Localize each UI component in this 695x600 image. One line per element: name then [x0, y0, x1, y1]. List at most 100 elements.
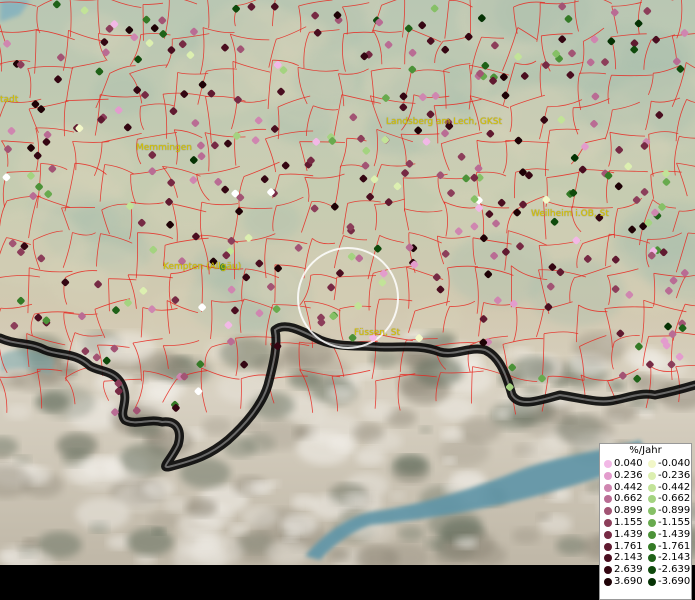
legend-label: 2.143	[614, 552, 643, 564]
terrain-shade	[583, 121, 671, 183]
legend-label: -0.236	[658, 469, 691, 481]
terrain-shade	[275, 349, 311, 371]
legend-row-positive: 3.690	[602, 576, 643, 588]
legend-label: -0.442	[658, 481, 691, 493]
terrain-shade	[607, 380, 626, 391]
legend-label: -1.155	[658, 516, 691, 528]
legend: %/Jahr 0.040 0.236 0.442 0.662 0.899 1.155 1.4…	[599, 443, 692, 600]
terrain-shade	[604, 402, 637, 423]
legend-row-positive: 1.439	[602, 529, 643, 541]
terrain-shade	[572, 331, 626, 364]
terrain-shade	[353, 364, 380, 380]
legend-label: 0.040	[614, 458, 643, 469]
legend-row-positive: 0.442	[602, 482, 643, 494]
legend-swatch	[648, 495, 656, 504]
legend-label: -0.040	[658, 458, 691, 469]
terrain-shade	[361, 401, 394, 421]
legend-label: -2.639	[658, 564, 691, 576]
terrain-shade	[266, 479, 281, 488]
terrain-shade	[286, 523, 303, 535]
terrain-shade	[447, 232, 553, 307]
legend-label: 0.236	[614, 469, 643, 481]
terrain-shade	[394, 455, 428, 475]
terrain-shade	[389, 491, 406, 501]
place-label-fuessen: Füssen, St	[354, 328, 400, 338]
legend-row-positive: 0.662	[602, 493, 643, 505]
legend-negative-column: -0.040 -0.236 -0.442 -0.662 -0.899 -1.155 -1.4…	[646, 458, 690, 588]
legend-label: -1.439	[658, 528, 691, 540]
legend-swatch	[604, 542, 612, 551]
legend-label: 1.439	[614, 528, 643, 540]
terrain-shade	[640, 410, 654, 419]
legend-row-negative: -0.899	[646, 505, 690, 517]
legend-label: -2.143	[658, 552, 691, 564]
legend-title: %/Jahr	[629, 445, 662, 456]
legend-swatch	[648, 483, 656, 492]
terrain-shade	[166, 45, 268, 117]
terrain-shade	[328, 548, 350, 561]
terrain-shade	[580, 492, 597, 503]
legend-swatch	[648, 471, 656, 480]
terrain-shade	[513, 443, 536, 457]
legend-swatch	[604, 577, 612, 586]
place-label-weilheim: Weilheim i.OB, St	[531, 209, 609, 219]
legend-label: -0.662	[658, 493, 691, 505]
terrain-shade	[555, 414, 602, 443]
terrain-shade	[75, 497, 130, 531]
legend-row-negative: -3.690	[646, 576, 690, 588]
terrain-shade	[398, 525, 424, 542]
legend-row-negative: -0.236	[646, 470, 690, 482]
legend-swatch	[648, 554, 656, 563]
legend-label: 0.442	[614, 481, 643, 493]
legend-row-negative: -1.155	[646, 517, 690, 529]
terrain-shade	[342, 492, 369, 508]
legend-row-positive: 0.899	[602, 505, 643, 517]
map-canvas[interactable]: Memmingen Landsberg am Lech, GKSt Kempte…	[0, 0, 695, 565]
terrain-shade	[241, 433, 276, 454]
legend-swatch	[648, 566, 656, 575]
legend-label: 1.761	[614, 540, 643, 552]
legend-swatch	[604, 566, 612, 575]
legend-row-negative: -1.761	[646, 541, 690, 553]
terrain-shade	[201, 416, 233, 436]
terrain-shade	[71, 456, 126, 490]
terrain-shade	[355, 448, 386, 466]
legend-positive-column: 0.040 0.236 0.442 0.662 0.899 1.155 1.439 1.761…	[602, 458, 643, 588]
legend-row-positive: 2.143	[602, 552, 643, 564]
legend-label: 0.899	[614, 505, 643, 517]
terrain-shade	[326, 386, 353, 402]
place-label-kempten: Kempten (Allgäu)	[163, 262, 242, 272]
legend-label: 1.155	[614, 516, 643, 528]
legend-row-positive: 0.236	[602, 470, 643, 482]
legend-label: 0.662	[614, 493, 643, 505]
map-svg	[0, 0, 695, 565]
legend-swatch	[604, 507, 612, 516]
terrain-shade	[143, 478, 175, 498]
legend-row-negative: -0.442	[646, 482, 690, 494]
legend-swatch	[648, 577, 656, 586]
bottom-bar	[0, 565, 695, 600]
legend-swatch	[604, 460, 612, 468]
place-label-landsberg: Landsberg am Lech, GKSt	[386, 117, 503, 127]
legend-swatch	[604, 530, 612, 539]
terrain-shade	[625, 346, 662, 369]
legend-swatch	[604, 471, 612, 480]
legend-row-positive: 0.040	[602, 458, 643, 470]
legend-swatch	[604, 518, 612, 527]
terrain-shade	[163, 497, 189, 513]
legend-swatch	[604, 495, 612, 504]
terrain-shade	[419, 425, 433, 434]
terrain-shade	[5, 404, 31, 420]
terrain-shade	[536, 512, 552, 522]
legend-label: 2.639	[614, 564, 643, 576]
legend-swatch	[604, 554, 612, 563]
legend-label: -1.761	[658, 540, 691, 552]
legend-label: 3.690	[614, 575, 643, 587]
legend-row-negative: -2.639	[646, 564, 690, 576]
legend-swatch	[648, 460, 656, 468]
place-label-left-edge: tadt	[0, 95, 19, 105]
terrain-shade	[414, 356, 464, 387]
place-label-memmingen: Memmingen	[136, 143, 192, 153]
legend-row-negative: -2.143	[646, 552, 690, 564]
legend-swatch	[648, 507, 656, 516]
